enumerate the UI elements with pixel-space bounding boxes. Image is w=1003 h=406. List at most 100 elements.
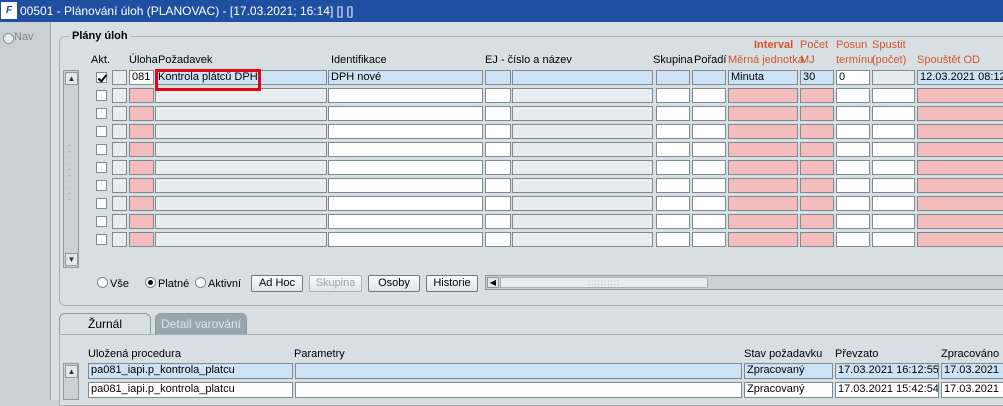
cell-skupina[interactable] bbox=[656, 70, 690, 85]
cell-ej2[interactable] bbox=[512, 70, 653, 85]
cell-posun[interactable]: 0 bbox=[836, 70, 870, 85]
cell-posun[interactable] bbox=[836, 88, 870, 103]
cell-identifikace[interactable] bbox=[328, 88, 483, 103]
row-selector[interactable] bbox=[112, 88, 127, 103]
akt-checkbox[interactable] bbox=[96, 126, 107, 137]
cell-spustit[interactable] bbox=[872, 106, 915, 121]
cell-spoustet[interactable] bbox=[917, 178, 1003, 193]
adhoc-button[interactable]: Ad Hoc bbox=[251, 275, 303, 292]
historie-button[interactable]: Historie bbox=[426, 275, 478, 292]
akt-checkbox[interactable] bbox=[96, 90, 107, 101]
cell-pocet[interactable] bbox=[800, 232, 834, 247]
cell-uloha[interactable]: 081 bbox=[129, 70, 154, 85]
cell-merna[interactable] bbox=[728, 196, 798, 211]
cell-uloha[interactable] bbox=[129, 142, 154, 157]
cell-identifikace[interactable]: DPH nové bbox=[328, 70, 483, 85]
akt-checkbox[interactable] bbox=[96, 234, 107, 245]
cell-identifikace[interactable] bbox=[328, 214, 483, 229]
cell-skupina[interactable] bbox=[656, 178, 690, 193]
tab-detail-varovani[interactable]: Detail varování bbox=[155, 313, 247, 334]
cell-uloha[interactable] bbox=[129, 124, 154, 139]
filter-platne[interactable]: Platné bbox=[145, 277, 189, 290]
cell-skupina[interactable] bbox=[656, 124, 690, 139]
cell-ej1[interactable] bbox=[485, 196, 511, 211]
journal-cell-zpracovano[interactable]: 17.03.2021 15:43 bbox=[941, 382, 1003, 398]
cell-posun[interactable] bbox=[836, 178, 870, 193]
row-selector[interactable] bbox=[112, 196, 127, 211]
cell-posun[interactable] bbox=[836, 232, 870, 247]
filter-vse[interactable]: Vše bbox=[97, 277, 129, 290]
scroll-up-icon[interactable]: ▲ bbox=[65, 72, 78, 85]
cell-uloha[interactable] bbox=[129, 196, 154, 211]
cell-merna[interactable] bbox=[728, 88, 798, 103]
cell-ej2[interactable] bbox=[512, 178, 653, 193]
cell-poradi[interactable] bbox=[692, 196, 726, 211]
journal-cell-stav[interactable]: Zpracovaný bbox=[744, 363, 833, 379]
cell-ej1[interactable] bbox=[485, 106, 511, 121]
row-selector[interactable] bbox=[112, 142, 127, 157]
radio-platne-icon[interactable] bbox=[145, 277, 156, 288]
cell-ej2[interactable] bbox=[512, 232, 653, 247]
cell-merna[interactable] bbox=[728, 178, 798, 193]
cell-ej2[interactable] bbox=[512, 214, 653, 229]
journal-cell-procedura[interactable]: pa081_iapi.p_kontrola_platcu bbox=[88, 363, 293, 379]
row-selector[interactable] bbox=[112, 70, 127, 85]
cell-poradi[interactable] bbox=[692, 88, 726, 103]
cell-spoustet[interactable] bbox=[917, 142, 1003, 157]
journal-cell-procedura[interactable]: pa081_iapi.p_kontrola_platcu bbox=[88, 382, 293, 398]
cell-posun[interactable] bbox=[836, 214, 870, 229]
cell-uloha[interactable] bbox=[129, 88, 154, 103]
cell-poradi[interactable] bbox=[692, 70, 726, 85]
cell-pocet[interactable] bbox=[800, 124, 834, 139]
cell-ej2[interactable] bbox=[512, 142, 653, 157]
journal-cell-prevzato[interactable]: 17.03.2021 15:42:54 bbox=[835, 382, 939, 398]
nav-radio-icon[interactable] bbox=[3, 33, 14, 44]
plans-vertical-scrollbar[interactable]: ▲ · · · · · · · · · · ▼ bbox=[63, 70, 79, 268]
cell-poradi[interactable] bbox=[692, 178, 726, 193]
akt-checkbox[interactable] bbox=[96, 108, 107, 119]
cell-pocet[interactable] bbox=[800, 196, 834, 211]
cell-spustit[interactable] bbox=[872, 70, 915, 85]
cell-skupina[interactable] bbox=[656, 196, 690, 211]
cell-ej1[interactable] bbox=[485, 88, 511, 103]
cell-identifikace[interactable] bbox=[328, 124, 483, 139]
akt-checkbox[interactable] bbox=[96, 216, 107, 227]
cell-merna[interactable]: Minuta bbox=[728, 70, 798, 85]
journal-cell-zpracovano[interactable]: 17.03.2021 16:13 bbox=[941, 363, 1003, 379]
cell-merna[interactable] bbox=[728, 106, 798, 121]
cell-pozadavek[interactable] bbox=[155, 178, 327, 193]
cell-merna[interactable] bbox=[728, 160, 798, 175]
cell-pocet[interactable] bbox=[800, 106, 834, 121]
radio-aktivni-icon[interactable] bbox=[195, 277, 206, 288]
cell-identifikace[interactable] bbox=[328, 178, 483, 193]
cell-identifikace[interactable] bbox=[328, 232, 483, 247]
scroll-down-icon[interactable]: ▼ bbox=[65, 253, 78, 266]
row-selector[interactable] bbox=[112, 178, 127, 193]
cell-spoustet[interactable] bbox=[917, 232, 1003, 247]
cell-posun[interactable] bbox=[836, 196, 870, 211]
cell-posun[interactable] bbox=[836, 124, 870, 139]
cell-spustit[interactable] bbox=[872, 232, 915, 247]
cell-merna[interactable] bbox=[728, 214, 798, 229]
osoby-button[interactable]: Osoby bbox=[368, 275, 420, 292]
cell-skupina[interactable] bbox=[656, 88, 690, 103]
cell-ej1[interactable] bbox=[485, 70, 511, 85]
cell-spustit[interactable] bbox=[872, 214, 915, 229]
cell-pozadavek[interactable] bbox=[155, 124, 327, 139]
cell-poradi[interactable] bbox=[692, 124, 726, 139]
cell-uloha[interactable] bbox=[129, 232, 154, 247]
cell-merna[interactable] bbox=[728, 232, 798, 247]
cell-pocet[interactable] bbox=[800, 178, 834, 193]
cell-pozadavek[interactable] bbox=[155, 214, 327, 229]
journal-cell-parametry[interactable] bbox=[295, 363, 742, 379]
cell-ej1[interactable] bbox=[485, 142, 511, 157]
cell-poradi[interactable] bbox=[692, 214, 726, 229]
cell-pozadavek[interactable] bbox=[155, 160, 327, 175]
akt-checkbox[interactable] bbox=[96, 72, 107, 83]
cell-ej1[interactable] bbox=[485, 232, 511, 247]
cell-poradi[interactable] bbox=[692, 232, 726, 247]
cell-spoustet[interactable] bbox=[917, 214, 1003, 229]
scroll-thumb[interactable]: :::::::::: bbox=[500, 277, 708, 288]
cell-ej2[interactable] bbox=[512, 124, 653, 139]
row-selector[interactable] bbox=[112, 232, 127, 247]
